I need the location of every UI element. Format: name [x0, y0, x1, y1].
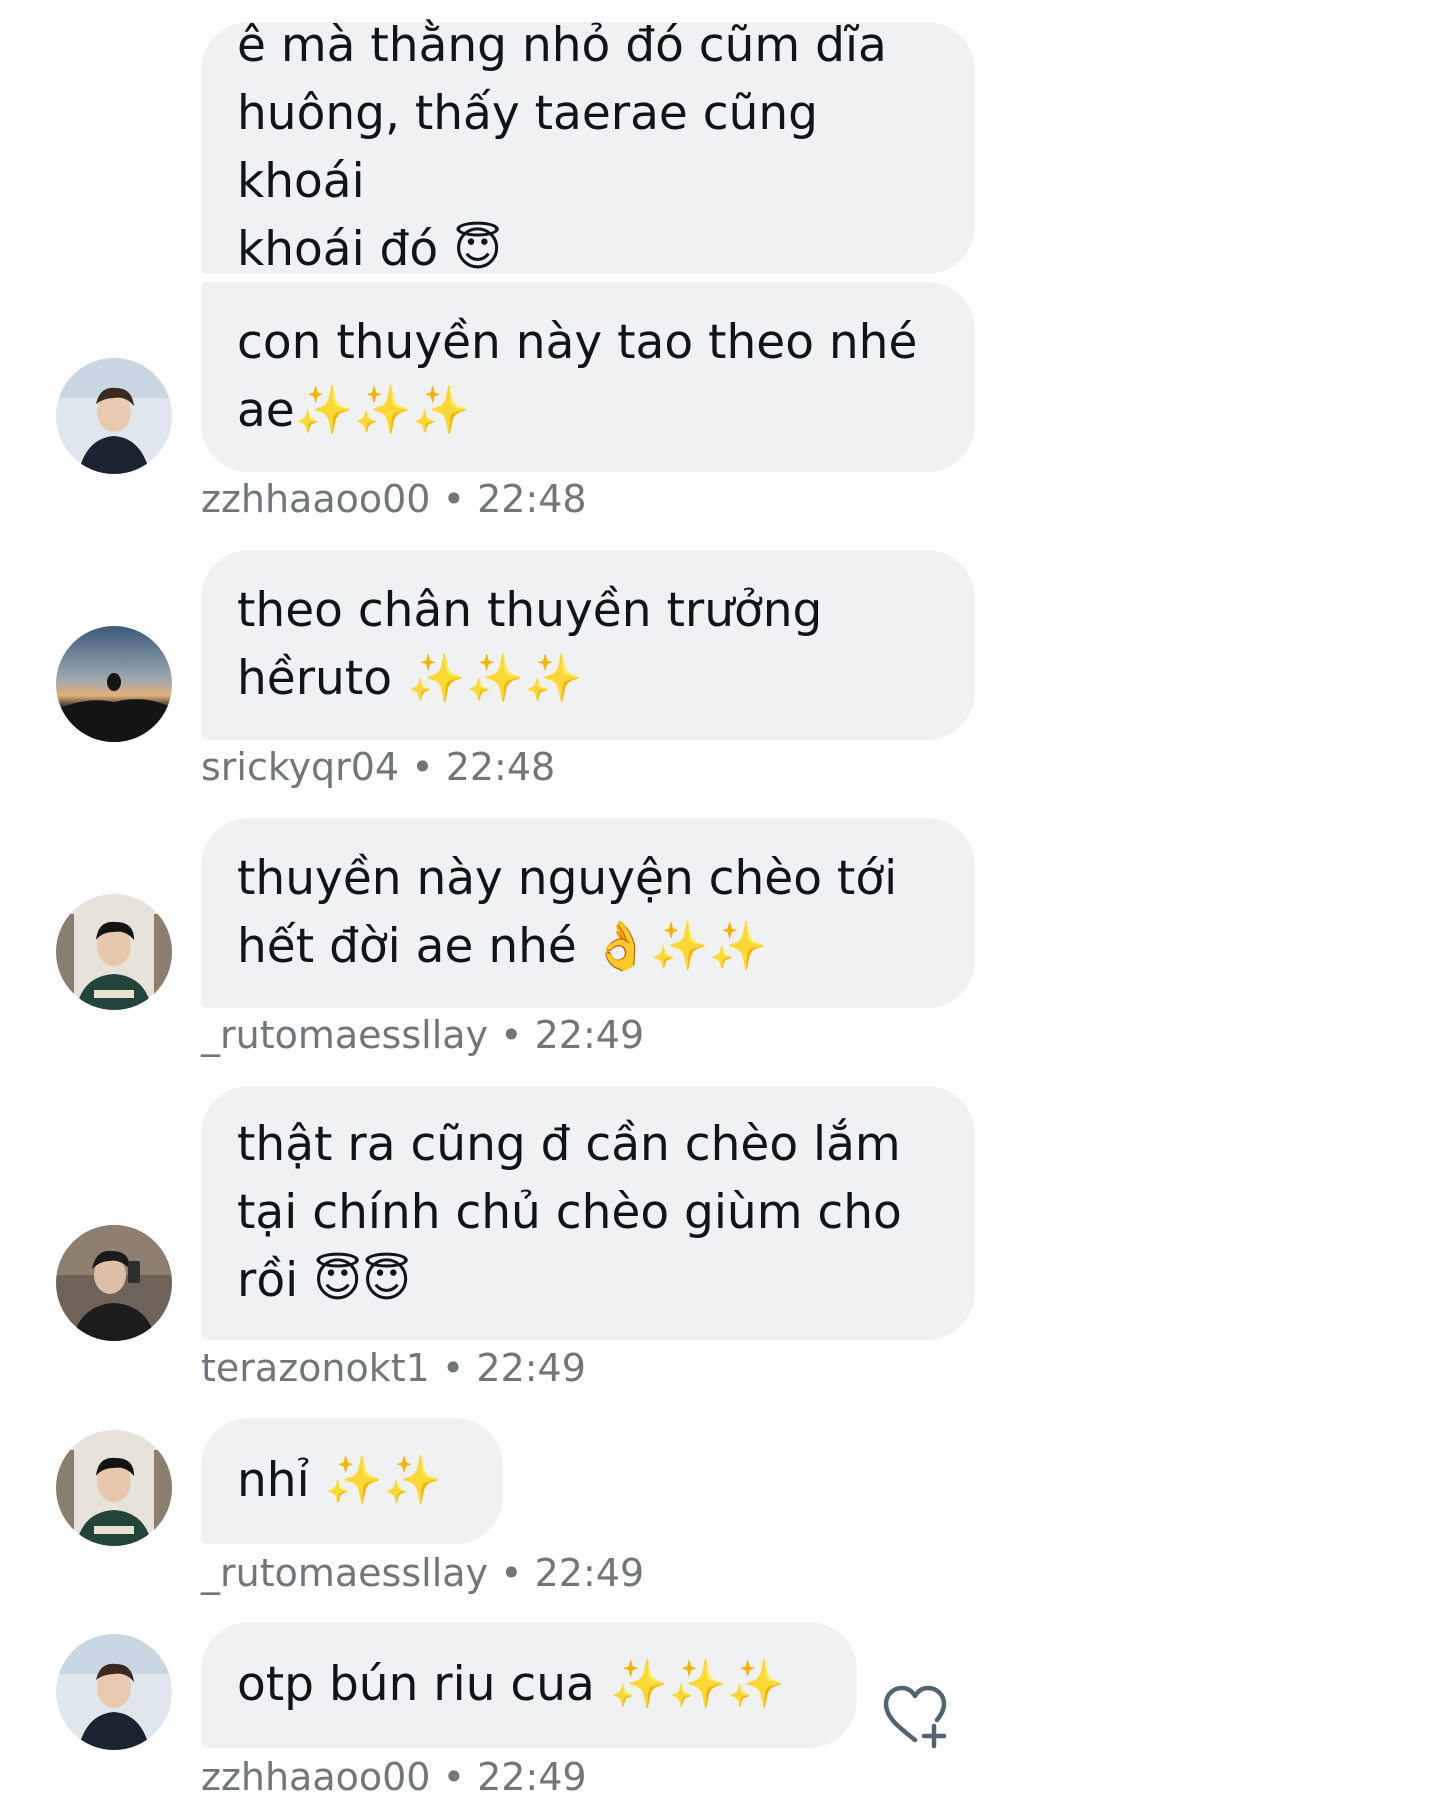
dm-conversation: ê mà thằng nhỏ đó cũm dĩa huông, thấy ta…: [0, 0, 1440, 1801]
message-time: 22:49: [476, 1346, 586, 1390]
avatar[interactable]: [56, 1634, 172, 1750]
message-bubble[interactable]: con thuyền này tao theo nhé ae✨✨✨: [201, 282, 975, 472]
message-bubble[interactable]: theo chân thuyền trưởng hềruto ✨✨✨: [201, 550, 975, 740]
avatar[interactable]: [56, 894, 172, 1010]
meta-separator: •: [399, 745, 446, 789]
message-text: theo chân thuyền trưởng hềruto ✨✨✨: [237, 583, 823, 706]
message-author[interactable]: zzhhaaoo00: [201, 477, 430, 521]
avatar-image: [56, 626, 172, 742]
meta-separator: •: [429, 1346, 477, 1390]
message-bubble[interactable]: thuyền này nguyện chèo tới hết đời ae nh…: [201, 818, 975, 1008]
message-text: ê mà thằng nhỏ đó cũm dĩa huông, thấy ta…: [237, 18, 887, 277]
avatar[interactable]: [56, 1430, 172, 1546]
message-meta: _rutomaessllay • 22:49: [201, 1013, 644, 1057]
message-meta: zzhhaaoo00 • 22:49: [201, 1755, 587, 1799]
message-author[interactable]: srickyqr04: [201, 745, 399, 789]
avatar[interactable]: [56, 358, 172, 474]
heart-plus-icon-glyph: [883, 1685, 947, 1749]
message-bubble[interactable]: ê mà thằng nhỏ đó cũm dĩa huông, thấy ta…: [201, 18, 975, 277]
message-bubble[interactable]: nhỉ ✨✨: [201, 1418, 503, 1544]
avatar-image: [56, 1430, 172, 1546]
message-time: 22:49: [534, 1013, 645, 1057]
message-time: 22:48: [445, 745, 556, 789]
message-text: thuyền này nguyện chèo tới hết đời ae nh…: [237, 851, 898, 974]
meta-separator: •: [430, 477, 478, 521]
message-text: con thuyền này tao theo nhé ae✨✨✨: [237, 315, 918, 438]
avatar-image: [56, 1634, 172, 1750]
message-author[interactable]: _rutomaessllay: [201, 1551, 488, 1595]
avatar-image: [56, 358, 172, 474]
message-text: thật ra cũng đ cần chèo lắm tại chính ch…: [237, 1117, 902, 1308]
avatar-image: [56, 894, 172, 1010]
avatar-image: [56, 1225, 172, 1341]
message-bubble[interactable]: otp bún riu cua ✨✨✨: [201, 1622, 857, 1748]
message-meta: _rutomaessllay • 22:49: [201, 1551, 644, 1595]
heart-plus-icon[interactable]: [880, 1680, 950, 1750]
meta-separator: •: [488, 1551, 535, 1595]
message-author[interactable]: terazonokt1: [201, 1346, 430, 1390]
message-time: 22:49: [534, 1551, 645, 1595]
message-time: 22:48: [477, 477, 587, 521]
message-meta: srickyqr04 • 22:48: [201, 745, 555, 789]
message-text: nhỉ ✨✨: [237, 1453, 442, 1508]
message-time: 22:49: [477, 1755, 587, 1799]
message-meta: zzhhaaoo00 • 22:48: [201, 477, 587, 521]
avatar[interactable]: [56, 1225, 172, 1341]
message-author[interactable]: _rutomaessllay: [201, 1013, 488, 1057]
message-meta: terazonokt1 • 22:49: [201, 1346, 586, 1390]
meta-separator: •: [430, 1755, 478, 1799]
message-text: otp bún riu cua ✨✨✨: [237, 1657, 786, 1712]
meta-separator: •: [488, 1013, 535, 1057]
message-bubble[interactable]: thật ra cũng đ cần chèo lắm tại chính ch…: [201, 1086, 975, 1340]
message-author[interactable]: zzhhaaoo00: [201, 1755, 430, 1799]
avatar[interactable]: [56, 626, 172, 742]
